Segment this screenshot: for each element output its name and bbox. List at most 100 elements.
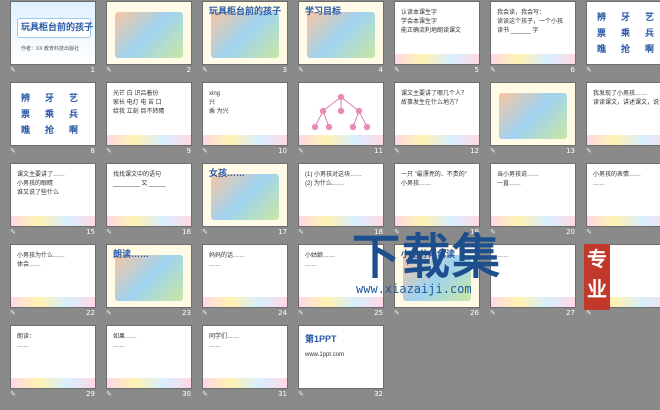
slide-number: 30 (182, 390, 191, 398)
slide-text-line: 兴 (209, 100, 216, 106)
slide-text-line: 如果…… (113, 334, 138, 340)
slide-transition-icon: ✎ (490, 67, 496, 74)
slide-text-line: 乘 为兴 (209, 109, 229, 115)
slide-transition-icon: ✎ (106, 229, 112, 236)
slide-char: 艺 (645, 12, 655, 22)
slide-transition-icon: ✎ (202, 148, 208, 155)
slide-thumbnail-30[interactable]: 如果…… …… (107, 326, 191, 388)
slide-thumbnail-29[interactable]: 朗读： …… (11, 326, 95, 388)
slide-thumbnail-25[interactable]: 小姑娘…… …… (299, 245, 383, 307)
slide-text-line: 当小男孩说…… (497, 172, 540, 178)
slide-transition-icon: ✎ (202, 229, 208, 236)
slide-transition-icon: ✎ (490, 229, 496, 236)
slide-char: 乘 (45, 109, 55, 119)
slide-text-line: 课文主要讲了哪几个人？ (401, 91, 468, 97)
slide-transition-icon: ✎ (106, 391, 112, 398)
slide-char: 辨 (597, 12, 607, 22)
slide-footer-decoration (299, 216, 383, 226)
slide-thumbnail-21[interactable]: 小男孩的表情…… …… (587, 164, 660, 226)
slide-transition-icon: ✎ (10, 391, 16, 398)
slide-footer-decoration (11, 216, 95, 226)
slide-footer-decoration (11, 378, 95, 388)
illustration (307, 12, 375, 58)
slide-thumbnail-1[interactable]: 玩具柜台前的孩子 作者：XX 教育科技出版社 (11, 2, 95, 64)
slide-transition-icon: ✎ (202, 67, 208, 74)
slide-thumbnail-22[interactable]: 小男孩为什么…… 体会…… (11, 245, 95, 307)
slide-text-line: www.1ppt.com (305, 352, 345, 358)
slide-text-line: 家长 电灯 电 苦 口 (113, 100, 162, 106)
slide-number: 5 (474, 66, 479, 74)
illustration (211, 174, 279, 220)
slide-number: 15 (86, 228, 95, 236)
tree-node (311, 123, 319, 131)
slide-thumbnail-8[interactable]: 辨 牙 艺票 乘 兵瞧 抢 啊 (11, 83, 95, 145)
slide-footer-decoration (107, 216, 191, 226)
slide-footer-decoration (203, 378, 287, 388)
slide-thumbnail-24[interactable]: 妈妈的话…… …… (203, 245, 287, 307)
slide-number: 20 (566, 228, 575, 236)
slide-thumbnail-12[interactable]: 课文主要讲了哪几个人？ 故事发生在什么地方？ (395, 83, 479, 145)
slide-footer-decoration (395, 54, 479, 64)
slide-thumbnail-32[interactable]: 第1PPT www.1ppt.com (299, 326, 383, 388)
slide-thumbnail-2[interactable] (107, 2, 191, 64)
slide-thumbnail-23[interactable]: 朗读…… (107, 245, 191, 307)
slide-text-line: 能正确流利地朗读课文 (401, 28, 462, 34)
slide-text-line: xing (209, 91, 221, 97)
slide-text-line: 读读课文，讲述课文，说说 (593, 100, 660, 106)
slide-thumbnail-6[interactable]: 我会读，我会写： 读读这个孩子，一个小孩 读书 ______ 字 (491, 2, 575, 64)
slide-thumbnail-9[interactable]: 光芒 白 识吕着份 家长 电灯 电 苦 口给我 立刻 目不转睛 (107, 83, 191, 145)
slide-text-line: 我发现了小男孩…… (593, 91, 648, 97)
slide-text-line: 找找课文中的语句 (113, 172, 162, 178)
slide-thumbnail-16[interactable]: 找找课文中的语句 ________ 又 _____ (107, 164, 191, 226)
slide-thumbnail-10[interactable]: xing 兴乘 为兴 (203, 83, 287, 145)
slide-char: 艺 (69, 93, 79, 103)
slide-thumbnail-26[interactable]: 小组分角色读 (395, 245, 479, 307)
slide-footer-decoration (203, 135, 287, 145)
slide-transition-icon: ✎ (394, 229, 400, 236)
slide-transition-icon: ✎ (394, 148, 400, 155)
slide-thumbnail-11[interactable] (299, 83, 383, 145)
slide-text-line: 玩具柜台前的孩子 (209, 6, 282, 16)
slide-number: 17 (278, 228, 287, 236)
slide-text-line: 小男孩的眼睛 (17, 181, 54, 187)
tree-node (355, 107, 363, 115)
slide-thumbnail-19[interactable]: 一只 "最漂亮的、不贵的" 小男孩…… (395, 164, 479, 226)
slide-thumbnail-17[interactable]: 女孩…… (203, 164, 287, 226)
slide-number: 25 (374, 309, 383, 317)
tree-node (337, 107, 345, 115)
slide-thumbnail-13[interactable] (491, 83, 575, 145)
slide-thumbnail-3[interactable]: 玩具柜台前的孩子 (203, 2, 287, 64)
slide-text-line: 作者：XX 教育科技出版社 (21, 46, 80, 52)
slide-thumbnail-20[interactable]: 当小男孩说…… 一直…… (491, 164, 575, 226)
slide-thumbnail-7[interactable]: 辨 牙 艺票 乘 兵瞧 抢 啊 (587, 2, 660, 64)
slide-thumbnail-14[interactable]: 我发现了小男孩…… 读读课文，讲述课文，说说 (587, 83, 660, 145)
slide-thumbnail-4[interactable]: 学习目标 (299, 2, 383, 64)
slide-footer-decoration (203, 297, 287, 307)
slide-char: 乘 (621, 28, 631, 38)
slide-transition-icon: ✎ (202, 391, 208, 398)
slide-number: 24 (278, 309, 287, 317)
slide-thumbnail-5[interactable]: 认读本课生字 学会本课生字 能正确流利地朗读课文 (395, 2, 479, 64)
slide-number: 22 (86, 309, 95, 317)
slide-transition-icon: ✎ (586, 148, 592, 155)
slide-transition-icon: ✎ (10, 229, 16, 236)
slide-number: 8 (90, 147, 95, 155)
slide-thumbnail-27[interactable]: …… (491, 245, 575, 307)
slide-thumbnail-31[interactable]: 同学们…… …… (203, 326, 287, 388)
slide-text-line: 一只 "最漂亮的、不贵的" (401, 172, 467, 178)
slide-number: 32 (374, 390, 383, 398)
slide-text-line: ________ 又 _____ (113, 181, 166, 187)
slide-transition-icon: ✎ (490, 148, 496, 155)
slide-number: 2 (186, 66, 191, 74)
slide-thumbnail-15[interactable]: 课文主要讲了…… 小男孩的眼睛 谁又说了些什么 (11, 164, 95, 226)
illustration (499, 93, 567, 139)
slide-number: 23 (182, 309, 191, 317)
slide-text-line: …… (209, 343, 221, 349)
slide-char: 票 (21, 109, 31, 119)
slide-transition-icon: ✎ (106, 148, 112, 155)
slide-number: 10 (278, 147, 287, 155)
slide-footer-decoration (587, 216, 660, 226)
slide-thumbnail-18[interactable]: (1) 小男孩对这块…… (2) 为什么…… (299, 164, 383, 226)
slide-char: 瞧 (21, 125, 31, 135)
slide-footer-decoration (491, 54, 575, 64)
